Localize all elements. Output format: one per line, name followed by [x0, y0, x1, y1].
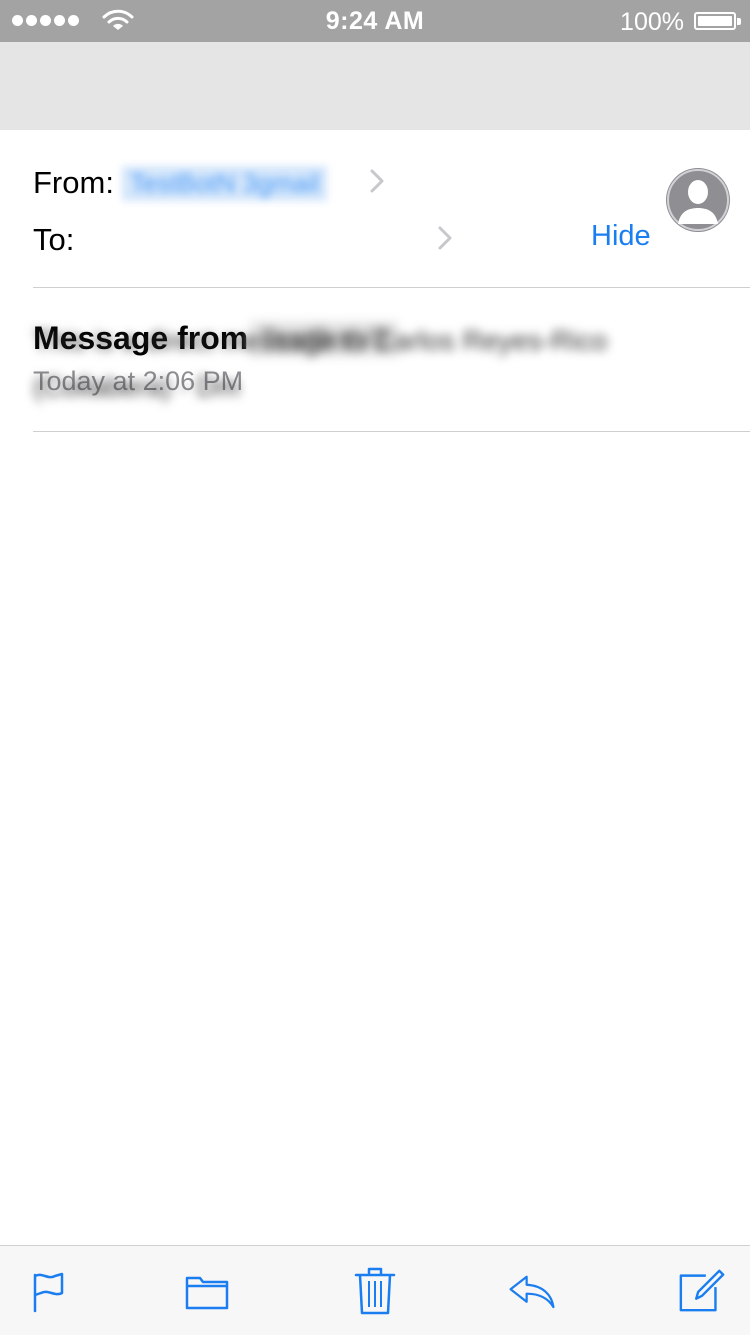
move-to-folder-button[interactable] [182, 1266, 232, 1316]
compose-icon [679, 1269, 725, 1312]
chevron-right-icon[interactable] [368, 167, 386, 195]
delete-button[interactable] [350, 1266, 400, 1316]
reply-icon [509, 1275, 555, 1309]
avatar[interactable] [666, 168, 730, 232]
chevron-right-icon[interactable] [436, 224, 454, 252]
to-label: To: [33, 222, 75, 257]
message-body: This is a direct message to Carlos Reyes… [33, 325, 608, 402]
battery-nub [737, 18, 741, 25]
hide-details-button[interactable]: Hide [591, 220, 651, 253]
from-address[interactable]: TestBotN 3gmail [121, 165, 328, 201]
to-row: To: [33, 220, 74, 260]
bottom-toolbar [0, 1245, 750, 1335]
battery-percent: 100% [620, 8, 684, 36]
person-icon [667, 169, 729, 231]
reply-button[interactable] [507, 1266, 557, 1316]
navigation-bar [0, 42, 750, 130]
divider [33, 287, 750, 288]
from-label: From: [33, 165, 114, 200]
status-bar: 9:24 AM 100% [0, 0, 750, 42]
trash-icon [354, 1267, 396, 1315]
compose-button[interactable] [677, 1266, 727, 1316]
flag-icon [33, 1272, 64, 1313]
flag-button[interactable] [23, 1266, 73, 1316]
from-row: From: TestBotN 3gmail [33, 163, 328, 203]
divider [33, 431, 750, 432]
battery-icon [694, 12, 736, 30]
folder-icon [185, 1276, 229, 1310]
